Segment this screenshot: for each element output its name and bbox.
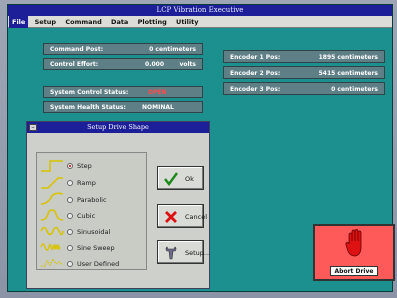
user-defined-radio[interactable]: [67, 261, 73, 267]
cancel-label: Cancel: [185, 213, 208, 221]
abort-drive-label: Abort Drive: [330, 266, 378, 276]
setup-button[interactable]: Setup...: [157, 240, 210, 264]
encoder-1-label: Encoder 1 Pos:: [230, 54, 281, 61]
option-step[interactable]: Step: [67, 161, 92, 171]
ramp-radio[interactable]: [67, 180, 73, 186]
sinusoidal-radio[interactable]: [67, 229, 73, 235]
menu-bar: File Setup Command Data Plotting Utility: [8, 16, 392, 28]
command-post-panel: Command Post: 0 centimeters: [43, 43, 203, 55]
option-sine-sweep[interactable]: Sine Sweep: [67, 243, 115, 253]
app-window: LCP Vibration Executive File Setup Comma…: [7, 4, 395, 292]
drive-shape-group: Step Ramp Parabolic Cubic Sinusoidal Sin…: [36, 152, 147, 270]
cubic-label: Cubic: [77, 212, 96, 220]
setup-label: Setup...: [185, 249, 211, 257]
step-wave-icon: [41, 160, 63, 172]
encoder-1-panel: Encoder 1 Pos: 1895 centimeters: [223, 50, 385, 63]
menu-data[interactable]: Data: [108, 16, 131, 28]
menu-plotting[interactable]: Plotting: [135, 16, 170, 28]
abort-drive-button[interactable]: Abort Drive: [313, 224, 395, 281]
menu-command[interactable]: Command: [62, 16, 104, 28]
monitor-frame: LCP Vibration Executive File Setup Comma…: [0, 0, 397, 298]
hand-stop-icon: [345, 229, 362, 257]
close-x-icon: [165, 211, 177, 223]
option-parabolic[interactable]: Parabolic: [67, 195, 107, 205]
cubic-radio[interactable]: [67, 213, 73, 219]
system-control-label: System Control Status:: [50, 89, 129, 96]
system-health-label: System Health Status:: [50, 104, 126, 111]
encoder-2-value: 5415 centimeters: [318, 70, 378, 77]
encoder-3-value: 0 centimeters: [331, 86, 378, 93]
setup-drive-shape-dialog: Setup Drive Shape – Step Ramp Parabolic …: [26, 121, 210, 289]
ramp-wave-icon: [41, 177, 63, 189]
encoder-2-panel: Encoder 2 Pos: 5415 centimeters: [223, 66, 385, 79]
parabolic-label: Parabolic: [77, 196, 107, 204]
sinusoidal-label: Sinusoidal: [77, 228, 111, 236]
ramp-label: Ramp: [77, 179, 96, 187]
control-effort-label: Control Effort:: [50, 61, 99, 68]
sine-sweep-label: Sine Sweep: [77, 244, 115, 252]
menu-setup[interactable]: Setup: [32, 16, 59, 28]
user-defined-wave-icon: [41, 257, 64, 267]
cubic-wave-icon: [40, 209, 64, 221]
ok-label: Ok: [185, 175, 194, 183]
command-post-label: Command Post:: [50, 46, 104, 53]
step-label: Step: [77, 162, 92, 170]
command-post-value: 0 centimeters: [149, 46, 196, 53]
option-user-defined[interactable]: User Defined: [67, 259, 120, 269]
encoder-3-panel: Encoder 3 Pos: 0 centimeters: [223, 82, 385, 95]
encoder-3-label: Encoder 3 Pos:: [230, 86, 281, 93]
checkmark-icon: [164, 172, 178, 186]
option-cubic[interactable]: Cubic: [67, 211, 96, 221]
dialog-system-menu-icon[interactable]: –: [29, 124, 37, 131]
sine-sweep-wave-icon: [40, 243, 61, 251]
cancel-button[interactable]: Cancel: [157, 204, 208, 228]
menu-file[interactable]: File: [9, 16, 29, 28]
system-health-value: NOMINAL: [142, 104, 174, 111]
parabolic-wave-icon: [40, 192, 64, 205]
control-effort-value: 0.000: [145, 61, 164, 68]
ok-button[interactable]: Ok: [157, 166, 204, 190]
user-defined-label: User Defined: [77, 260, 120, 268]
system-control-panel: System Control Status: OPEN: [43, 86, 203, 98]
dialog-title: Setup Drive Shape: [27, 122, 209, 133]
control-effort-panel: Control Effort: 0.000 volts: [43, 58, 203, 70]
step-radio[interactable]: [67, 163, 73, 169]
encoder-1-value: 1895 centimeters: [318, 54, 378, 61]
control-effort-unit: volts: [179, 61, 196, 68]
wrench-icon: [165, 246, 177, 260]
sinusoidal-wave-icon: [40, 226, 64, 236]
encoder-2-label: Encoder 2 Pos:: [230, 70, 281, 77]
option-sinusoidal[interactable]: Sinusoidal: [67, 227, 111, 237]
menu-utility[interactable]: Utility: [173, 16, 201, 28]
system-health-panel: System Health Status: NOMINAL: [43, 101, 203, 113]
window-title: LCP Vibration Executive: [8, 5, 392, 16]
option-ramp[interactable]: Ramp: [67, 178, 96, 188]
parabolic-radio[interactable]: [67, 197, 73, 203]
sine-sweep-radio[interactable]: [67, 245, 73, 251]
system-control-value: OPEN: [148, 89, 167, 96]
